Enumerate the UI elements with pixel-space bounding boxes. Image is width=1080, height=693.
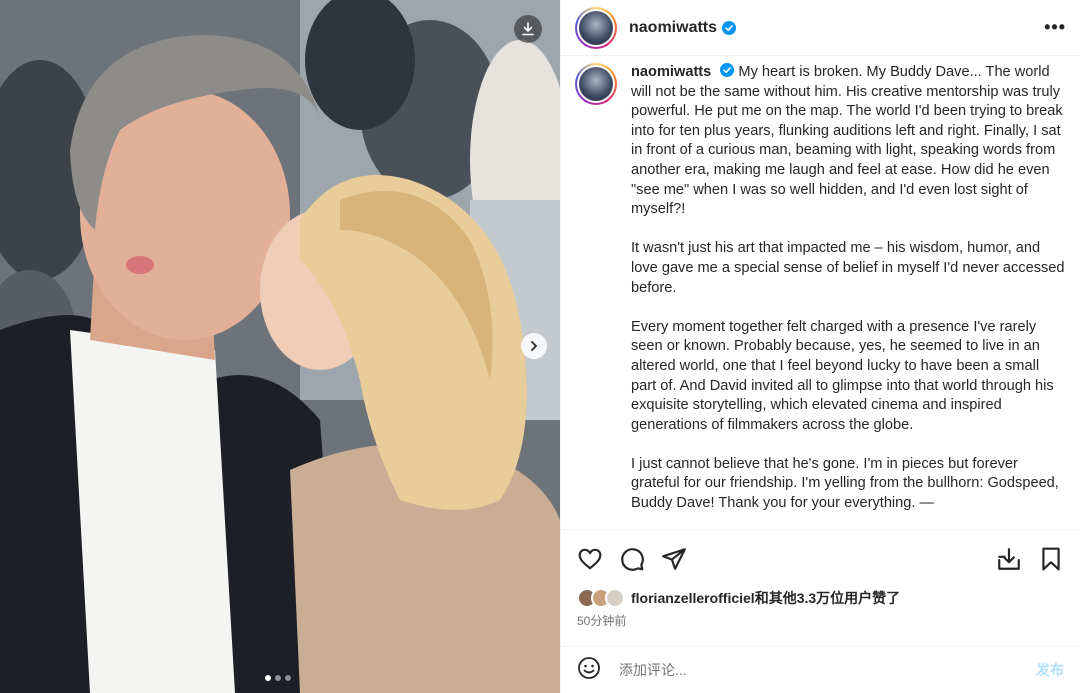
emoji-icon <box>578 656 600 679</box>
like-button[interactable] <box>577 546 603 572</box>
comment-input[interactable]: 添加评论... <box>619 660 1036 680</box>
caption-text: naomiwatts My heart is broken. My Buddy … <box>631 63 1066 529</box>
save-download-icon <box>998 547 1020 570</box>
likes-text[interactable]: florianzellerofficiel和其他3.3万位用户赞了 <box>631 588 900 608</box>
carousel-dot[interactable] <box>285 675 291 681</box>
caption-paragraph: naomiwatts My heart is broken. My Buddy … <box>631 63 1066 220</box>
caption-username[interactable]: naomiwatts <box>631 64 711 80</box>
post-timestamp[interactable]: 50分钟前 <box>577 612 626 629</box>
post-comment-button[interactable]: 发布 <box>1036 660 1064 680</box>
liker-avatar[interactable] <box>605 588 625 608</box>
avatar-image <box>579 10 613 45</box>
caption-paragraph: Every moment together felt charged with … <box>631 318 1054 433</box>
save-download-button[interactable] <box>996 546 1022 572</box>
download-button[interactable] <box>514 15 542 43</box>
carousel-dot[interactable] <box>265 675 271 681</box>
liker-avatars <box>577 588 625 608</box>
caption-avatar[interactable] <box>575 63 617 105</box>
download-icon <box>522 22 534 36</box>
verified-badge-icon <box>720 63 735 77</box>
post-side-panel: naomiwatts ••• naomiwatts My heart is br… <box>560 0 1080 693</box>
comment-icon <box>621 547 644 571</box>
emoji-button[interactable] <box>577 656 601 685</box>
carousel-next-button[interactable] <box>521 333 547 359</box>
post-photo[interactable] <box>0 0 560 693</box>
caption-paragraph: It wasn't just his art that impacted me … <box>631 240 1065 296</box>
share-button[interactable] <box>661 546 687 572</box>
comment-button[interactable] <box>619 546 645 572</box>
photo-image <box>0 0 560 693</box>
bookmark-icon <box>1042 547 1060 570</box>
verified-badge-icon <box>722 20 737 35</box>
paper-plane-icon <box>662 547 686 570</box>
avatar[interactable] <box>575 6 617 49</box>
action-bar <box>561 529 1080 587</box>
comment-bar: 添加评论... 发布 <box>561 646 1080 693</box>
heart-icon <box>578 548 602 570</box>
caption-paragraph-text: My heart is broken. My Buddy Dave... The… <box>631 64 1063 218</box>
carousel-dots <box>265 675 291 681</box>
caption-paragraph: I just cannot believe that he's gone. I'… <box>631 455 1059 512</box>
carousel-dot[interactable] <box>275 675 281 681</box>
post-header: naomiwatts ••• <box>561 0 1080 56</box>
more-options-button[interactable]: ••• <box>1044 17 1066 38</box>
chevron-right-icon <box>531 341 538 351</box>
avatar-image <box>579 67 613 101</box>
header-username[interactable]: naomiwatts <box>629 19 717 37</box>
caption-area: naomiwatts My heart is broken. My Buddy … <box>561 57 1080 529</box>
bookmark-button[interactable] <box>1038 546 1064 572</box>
likes-summary[interactable]: florianzellerofficiel和其他3.3万位用户赞了 <box>577 588 900 608</box>
